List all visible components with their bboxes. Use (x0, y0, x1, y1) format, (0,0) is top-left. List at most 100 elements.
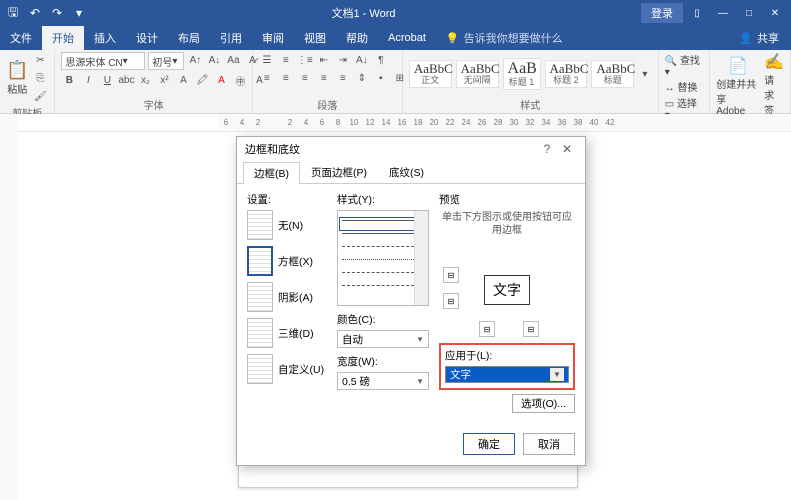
numbering-icon[interactable]: ≡ (278, 52, 294, 68)
dlg-tab-shading[interactable]: 底纹(S) (378, 161, 435, 183)
bullets-icon[interactable]: ☰ (259, 52, 275, 68)
vertical-ruler[interactable] (0, 114, 18, 500)
subscript-icon[interactable]: x₂ (137, 72, 153, 88)
group-font: 思源宋体 CN ▾ 初号 ▾ A↑ A↓ Aa A̷ B I U abc x₂ … (55, 50, 252, 113)
save-icon[interactable]: 🖫 (6, 6, 20, 20)
copy-icon[interactable]: ⎘ (32, 70, 48, 86)
grow-font-icon[interactable]: A↑ (187, 52, 203, 68)
title-bar: 🖫 ↶ ↷ ▾ 文档1 - Word 登录 ▯ ― □ ✕ (0, 0, 791, 26)
font-size-combo[interactable]: 初号 ▾ (148, 52, 184, 70)
text-effects-icon[interactable]: A (175, 72, 191, 88)
edge-top-button[interactable]: ⊟ (443, 267, 459, 283)
chevron-down-icon: ▼ (416, 335, 424, 344)
setting-box[interactable]: 方框(X) (247, 246, 327, 276)
sort-icon[interactable]: A↓ (354, 52, 370, 68)
superscript-icon[interactable]: x² (156, 72, 172, 88)
tab-layout[interactable]: 布局 (168, 26, 210, 50)
dialog-body: 设置: 无(N) 方框(X) 阴影(A) 三维(D) 自定义(U) 样式(Y):… (237, 184, 585, 427)
dlg-tab-borders[interactable]: 边框(B) (243, 162, 300, 184)
style-heading1[interactable]: AaB标题 1 (503, 58, 541, 89)
preview-sample: 文字 (484, 275, 530, 305)
apply-to-combo[interactable]: 文字 ▼ (445, 366, 569, 383)
phonetic-icon[interactable]: ㊥ (232, 72, 248, 88)
underline-icon[interactable]: U (99, 72, 115, 88)
redo-icon[interactable]: ↷ (50, 6, 64, 20)
minimize-icon[interactable]: ― (711, 3, 735, 23)
font-name-combo[interactable]: 思源宋体 CN ▾ (61, 52, 145, 70)
login-button[interactable]: 登录 (641, 3, 683, 23)
highlight-icon[interactable]: 🖍 (194, 72, 210, 88)
align-center-icon[interactable]: ≡ (278, 70, 294, 86)
strike-icon[interactable]: abc (118, 72, 134, 88)
dialog-titlebar[interactable]: 边框和底纹 ? ✕ (237, 137, 585, 161)
horizontal-ruler[interactable]: 6422468101214161820222426283032343638404… (218, 114, 791, 130)
tab-view[interactable]: 视图 (294, 26, 336, 50)
line-spacing-icon[interactable]: ⇕ (354, 70, 370, 86)
paste-button[interactable]: 📋 粘贴 (6, 60, 28, 96)
multilevel-icon[interactable]: ⋮≡ (297, 52, 313, 68)
tab-acrobat[interactable]: Acrobat (378, 26, 436, 50)
edge-right-button[interactable]: ⊟ (523, 321, 539, 337)
align-right-icon[interactable]: ≡ (297, 70, 313, 86)
setting-custom[interactable]: 自定义(U) (247, 354, 327, 384)
replace-button[interactable]: ↔ 替换 (665, 79, 698, 94)
tab-references[interactable]: 引用 (210, 26, 252, 50)
distribute-icon[interactable]: ≡ (335, 70, 351, 86)
shrink-font-icon[interactable]: A↓ (206, 52, 222, 68)
width-combo[interactable]: 0.5 磅▼ (337, 372, 429, 390)
style-scrollbar[interactable] (414, 211, 428, 305)
qat-dropdown-icon[interactable]: ▾ (72, 6, 86, 20)
styles-more-icon[interactable]: ▾ (638, 66, 651, 82)
style-heading2[interactable]: AaBbC标题 2 (545, 60, 588, 88)
maximize-icon[interactable]: □ (737, 3, 761, 23)
find-button[interactable]: 🔍 查找 ▾ (665, 52, 704, 78)
cancel-button[interactable]: 取消 (523, 433, 575, 455)
tab-review[interactable]: 审阅 (252, 26, 294, 50)
style-listbox[interactable] (337, 210, 429, 306)
borders-shading-dialog: 边框和底纹 ? ✕ 边框(B) 页面边框(P) 底纹(S) 设置: 无(N) 方… (236, 136, 586, 466)
setting-none[interactable]: 无(N) (247, 210, 327, 240)
dialog-close-icon[interactable]: ✕ (557, 142, 577, 156)
format-painter-icon[interactable]: 🖌 (32, 88, 48, 104)
ribbon-options-icon[interactable]: ▯ (685, 3, 709, 23)
edge-bottom-button[interactable]: ⊟ (443, 293, 459, 309)
style-normal[interactable]: AaBbC正文 (409, 60, 452, 88)
cut-icon[interactable]: ✂ (32, 52, 48, 68)
tab-home[interactable]: 开始 (42, 26, 84, 50)
close-icon[interactable]: ✕ (763, 3, 787, 23)
apply-label: 应用于(L): (445, 348, 569, 363)
color-combo[interactable]: 自动▼ (337, 330, 429, 348)
align-left-icon[interactable]: ≡ (259, 70, 275, 86)
indent-inc-icon[interactable]: ⇥ (335, 52, 351, 68)
preview-label: 预览 (439, 192, 575, 207)
style-nospacing[interactable]: AaBbC无间隔 (456, 60, 499, 88)
share-button[interactable]: 👤 共享 (727, 26, 791, 50)
edge-left-button[interactable]: ⊟ (479, 321, 495, 337)
italic-icon[interactable]: I (80, 72, 96, 88)
tab-help[interactable]: 帮助 (336, 26, 378, 50)
style-title[interactable]: AaBbC标题 (591, 60, 634, 88)
shading-icon[interactable]: ▪ (373, 70, 389, 86)
options-button[interactable]: 选项(O)... (512, 394, 575, 413)
dlg-tab-page[interactable]: 页面边框(P) (300, 161, 378, 183)
tell-me-search[interactable]: 💡 告诉我你想要做什么 (436, 26, 563, 50)
indent-dec-icon[interactable]: ⇤ (316, 52, 332, 68)
tab-insert[interactable]: 插入 (84, 26, 126, 50)
help-icon[interactable]: ? (537, 142, 557, 156)
setting-shadow[interactable]: 阴影(A) (247, 282, 327, 312)
ok-button[interactable]: 确定 (463, 433, 515, 455)
ruler-area: 6422468101214161820222426283032343638404… (0, 114, 791, 132)
group-clipboard: 📋 粘贴 ✂ ⎘ 🖌 剪贴板 (0, 50, 55, 113)
dialog-footer: 确定 取消 (237, 427, 585, 465)
share-icon: 👤 (739, 32, 753, 45)
bold-icon[interactable]: B (61, 72, 77, 88)
change-case-icon[interactable]: Aa (225, 52, 241, 68)
setting-3d[interactable]: 三维(D) (247, 318, 327, 348)
group-styles: AaBbC正文 AaBbC无间隔 AaB标题 1 AaBbC标题 2 AaBbC… (403, 50, 659, 113)
font-color-icon[interactable]: A (213, 72, 229, 88)
show-marks-icon[interactable]: ¶ (373, 52, 389, 68)
justify-icon[interactable]: ≡ (316, 70, 332, 86)
undo-icon[interactable]: ↶ (28, 6, 42, 20)
tab-file[interactable]: 文件 (0, 26, 42, 50)
tab-design[interactable]: 设计 (126, 26, 168, 50)
